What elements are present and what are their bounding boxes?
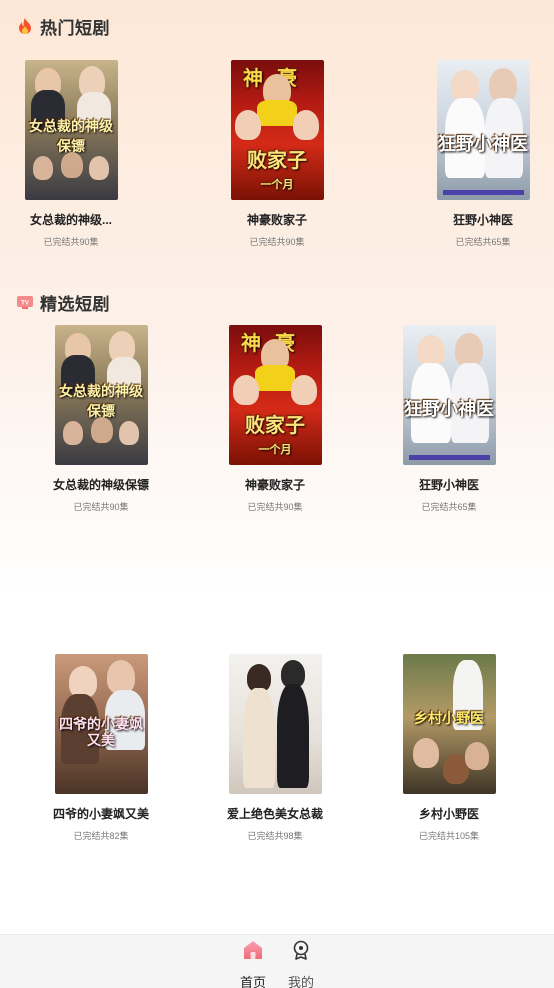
drama-poster: 神豪 败家子 一个月 — [230, 60, 324, 200]
featured-section-title: 精选短剧 — [40, 294, 110, 314]
drama-poster: 四爷的小妻飒又美 — [54, 654, 148, 794]
drama-episode-status: 已完结共90集 — [249, 237, 305, 247]
poster-title-text: 四爷的小妻飒又美 — [59, 716, 143, 748]
drama-episode-status: 已完结共90集 — [43, 237, 99, 247]
poster-title-text: 狂野小神医 — [404, 399, 494, 419]
drama-episode-status: 已完结共90集 — [73, 502, 129, 512]
drama-title: 女总裁的神级保镖 — [52, 478, 149, 492]
featured-section-header: TV 精选短剧 — [16, 290, 110, 314]
poster-title-text: 败家子 — [247, 150, 307, 172]
tab-mine[interactable]: 我的 — [281, 939, 321, 988]
drama-episode-status: 已完结共65集 — [421, 502, 477, 512]
drama-title: 乡村小野医 — [418, 807, 479, 821]
drama-title: 爱上绝色美女总裁 — [226, 807, 323, 821]
featured-drama-card-4[interactable]: 四爷的小妻飒又美 四爷的小妻飒又美 已完结共82集 — [36, 654, 166, 842]
bottom-tab-bar: 首页 我的 — [0, 934, 554, 988]
home-icon — [242, 939, 264, 961]
drama-title: 狂野小神医 — [418, 478, 479, 492]
drama-title: 女总裁的神级... — [29, 213, 112, 227]
hot-section-title: 热门短剧 — [40, 18, 110, 38]
tab-home-label: 首页 — [239, 975, 266, 988]
poster-title-text: 女总裁的神级保镖 — [59, 383, 143, 419]
drama-title: 狂野小神医 — [452, 213, 513, 227]
hot-drama-card-1[interactable]: 女总裁的神级保镖 女总裁的神级... 已完结共90集 — [6, 60, 136, 248]
poster-title-text: 乡村小野医 — [414, 710, 484, 726]
drama-poster: 女总裁的神级保镖 — [54, 325, 148, 465]
hot-section-header: 热门短剧 — [16, 14, 110, 38]
drama-episode-status: 已完结共90集 — [247, 502, 303, 512]
poster-title-text: 败家子 — [245, 415, 305, 437]
drama-poster — [228, 654, 322, 794]
featured-drama-card-5[interactable]: 爱上绝色美女总裁 已完结共98集 — [210, 654, 340, 842]
drama-poster: 女总裁的神级保镖 — [24, 60, 118, 200]
drama-title: 四爷的小妻飒又美 — [52, 807, 149, 821]
drama-title: 神豪败家子 — [246, 213, 307, 227]
drama-poster: 狂野小神医 — [436, 60, 530, 200]
tab-home[interactable]: 首页 — [233, 939, 273, 988]
drama-episode-status: 已完结共82集 — [73, 831, 129, 841]
poster-title-text: 狂野小神医 — [438, 134, 528, 154]
drama-title: 神豪败家子 — [244, 478, 305, 492]
hot-drama-card-2[interactable]: 神豪 败家子 一个月 神豪败家子 已完结共90集 — [212, 60, 342, 248]
featured-drama-card-2[interactable]: 神豪 败家子 一个月 神豪败家子 已完结共90集 — [210, 325, 340, 513]
featured-drama-card-1[interactable]: 女总裁的神级保镖 女总裁的神级保镖 已完结共90集 — [36, 325, 166, 513]
tab-mine-label: 我的 — [287, 975, 314, 988]
poster-title-text: 女总裁的神级保镖 — [29, 118, 113, 154]
drama-episode-status: 已完结共98集 — [247, 831, 303, 841]
featured-drama-card-3[interactable]: 狂野小神医 狂野小神医 已完结共65集 — [384, 325, 514, 513]
drama-episode-status: 已完结共105集 — [418, 831, 480, 841]
fire-icon — [16, 17, 34, 35]
svg-text:TV: TV — [21, 301, 29, 307]
drama-poster: 狂野小神医 — [402, 325, 496, 465]
tv-icon: TV — [16, 293, 34, 311]
drama-poster: 神豪 败家子 一个月 — [228, 325, 322, 465]
profile-icon — [290, 939, 312, 961]
hot-drama-card-3[interactable]: 狂野小神医 狂野小神医 已完结共65集 — [418, 60, 548, 248]
drama-poster: 乡村小野医 — [402, 654, 496, 794]
featured-drama-card-6[interactable]: 乡村小野医 乡村小野医 已完结共105集 — [384, 654, 514, 842]
drama-episode-status: 已完结共65集 — [455, 237, 511, 247]
